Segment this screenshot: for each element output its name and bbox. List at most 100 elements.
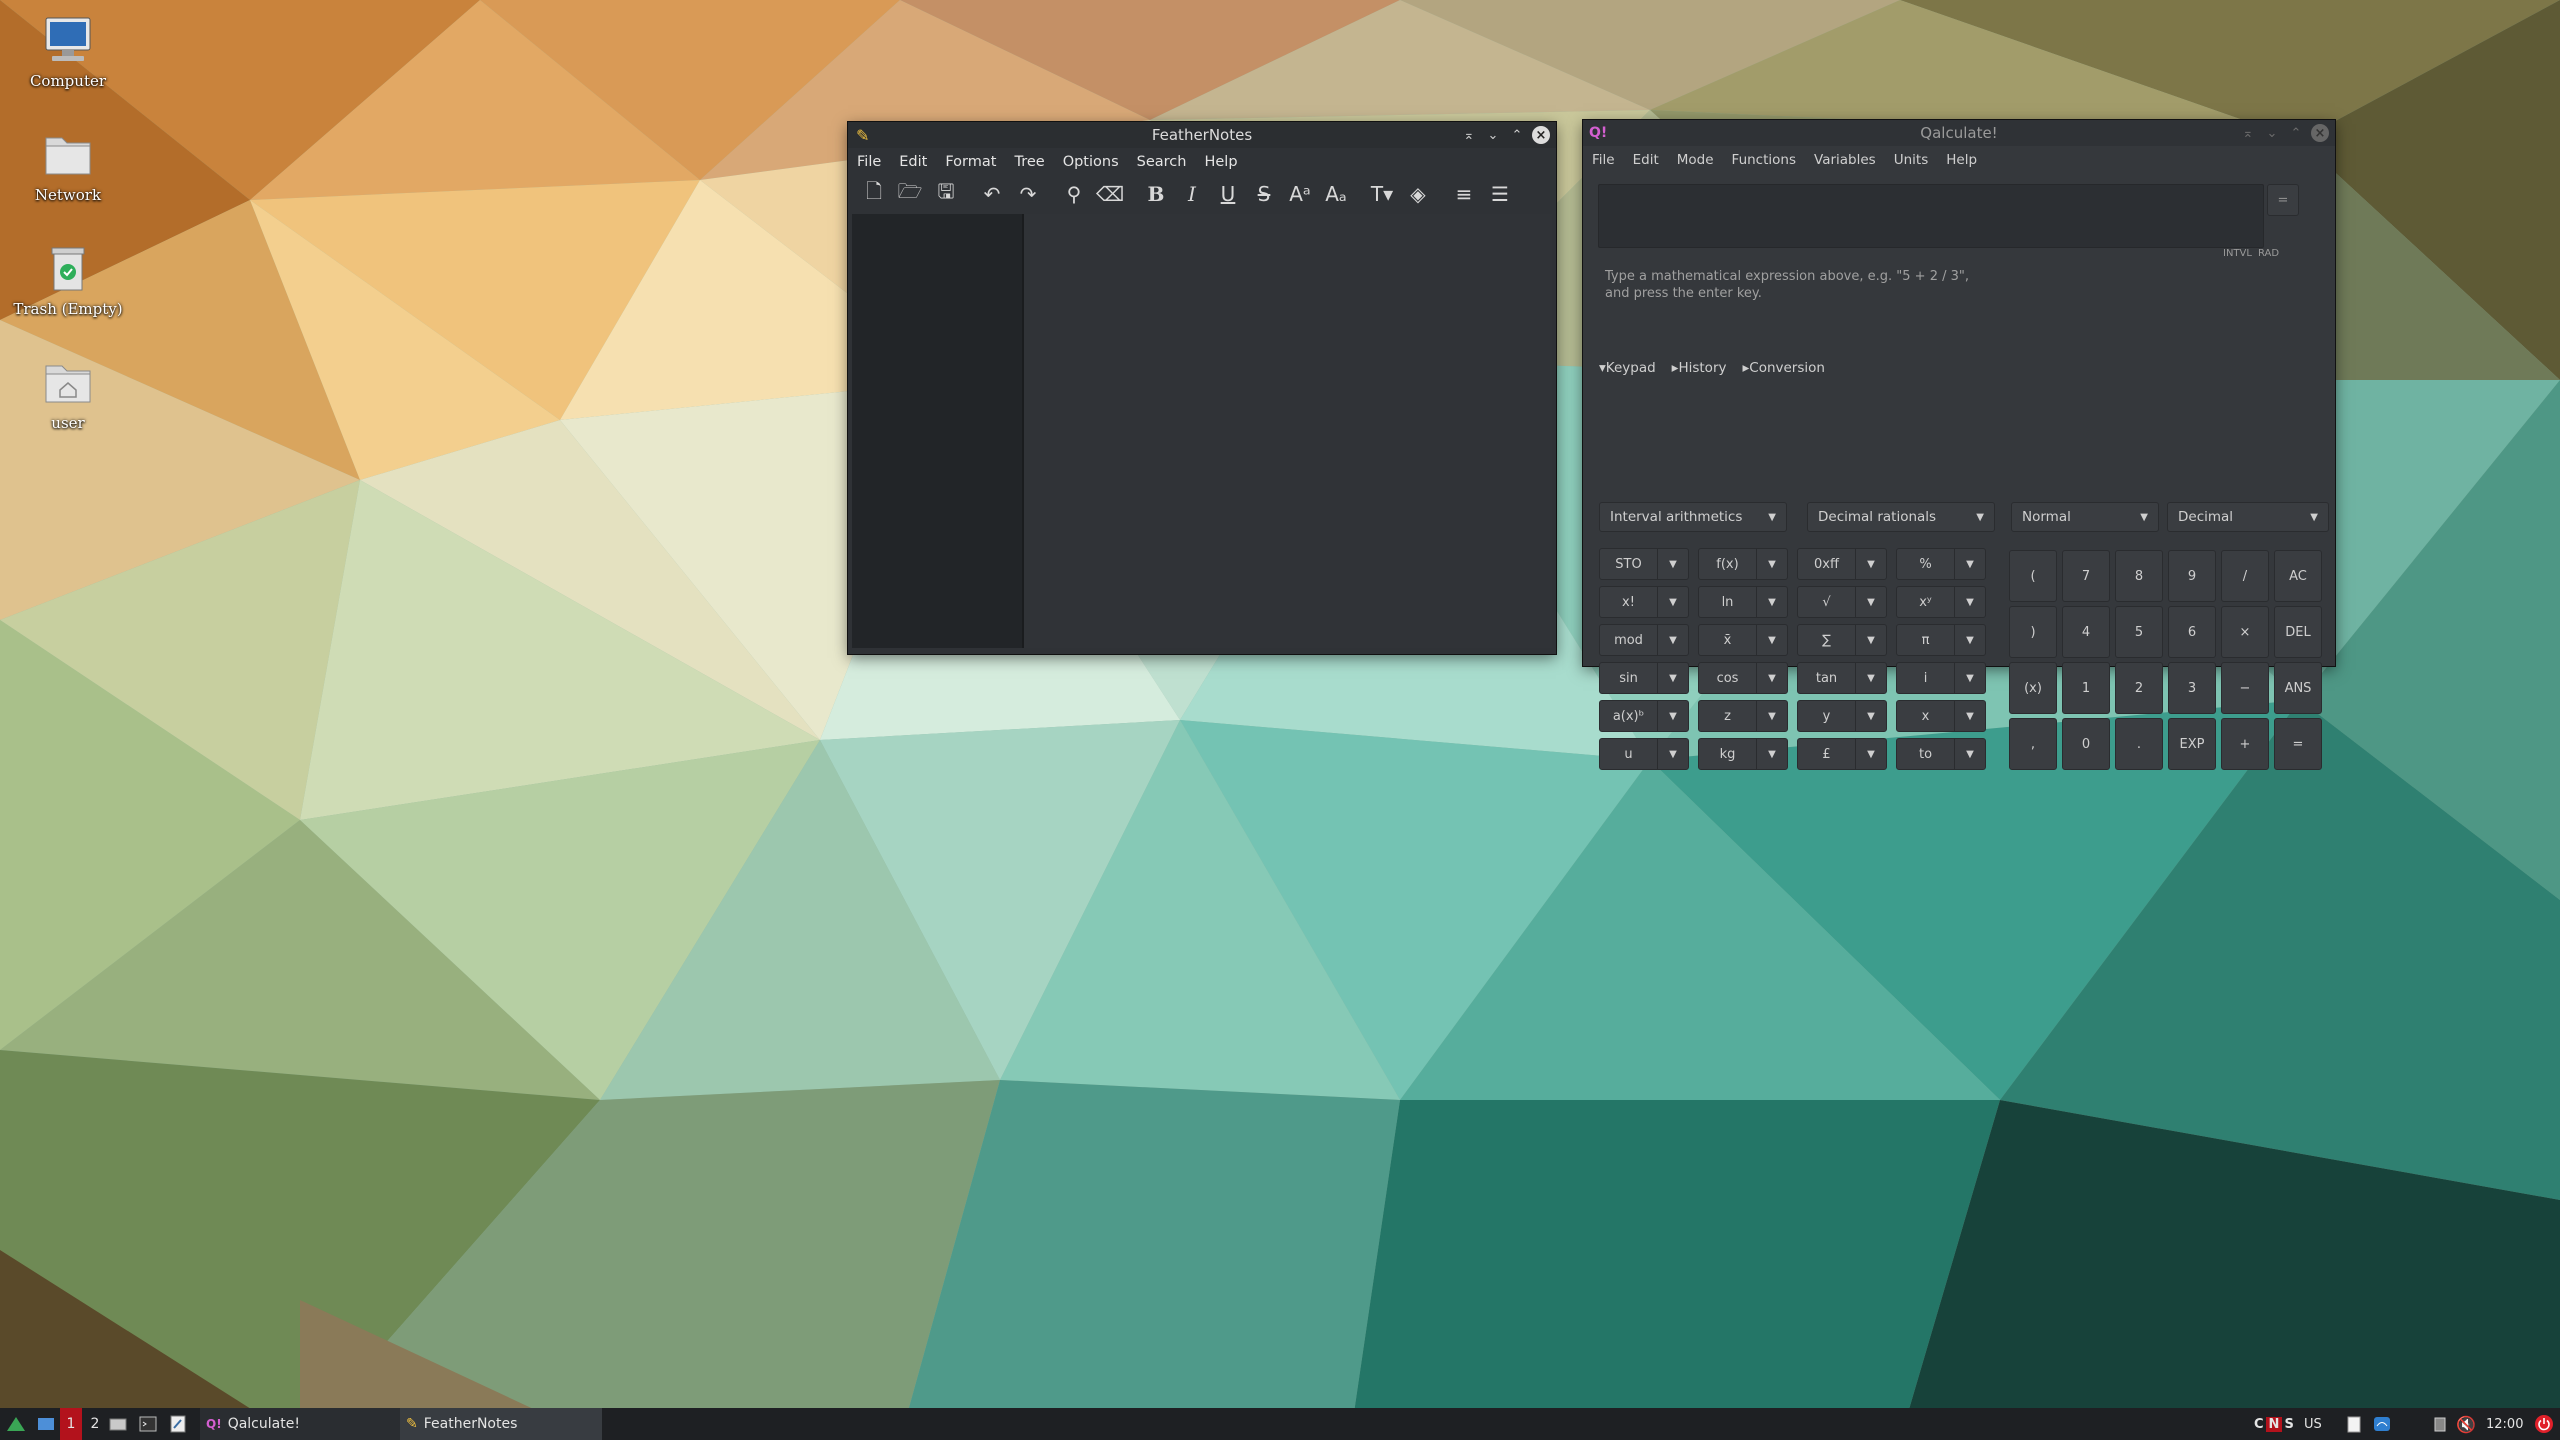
number-base-select[interactable]: Decimal ▼ (2167, 502, 2329, 532)
menu-file[interactable]: File (848, 154, 890, 170)
function-key-menu-arrow-icon[interactable]: ▼ (1756, 663, 1787, 693)
italic-icon[interactable]: I (1174, 178, 1210, 210)
numpad-key[interactable]: 5 (2115, 606, 2163, 658)
tab-conversion[interactable]: ▸Conversion (1742, 360, 1824, 376)
redo-icon[interactable]: ↷ (1010, 178, 1046, 210)
bold-icon[interactable]: B (1138, 178, 1174, 210)
display-mode-select[interactable]: Normal ▼ (2011, 502, 2159, 532)
numpad-key[interactable]: ANS (2274, 662, 2322, 714)
clock[interactable]: 12:00 (2486, 1408, 2523, 1440)
function-key[interactable]: √ ▼ (1797, 586, 1887, 618)
numpad-key[interactable]: 1 (2062, 662, 2110, 714)
numpad-key[interactable]: 0 (2062, 718, 2110, 770)
numpad-key[interactable]: × (2221, 606, 2269, 658)
function-key-menu-arrow-icon[interactable]: ▼ (1855, 663, 1886, 693)
function-key[interactable]: mod ▼ (1599, 624, 1689, 656)
function-key[interactable]: tan ▼ (1797, 662, 1887, 694)
function-key-menu-arrow-icon[interactable]: ▼ (1954, 739, 1985, 769)
function-key[interactable]: to ▼ (1896, 738, 1986, 770)
function-key-menu-arrow-icon[interactable]: ▼ (1855, 701, 1886, 731)
function-key-menu-arrow-icon[interactable]: ▼ (1657, 625, 1688, 655)
function-key[interactable]: kg ▼ (1698, 738, 1788, 770)
function-key[interactable]: a(x)ᵇ ▼ (1599, 700, 1689, 732)
function-key[interactable]: x̄ ▼ (1698, 624, 1788, 656)
numpad-key[interactable]: 2 (2115, 662, 2163, 714)
maximize-button[interactable]: ⌃ (1508, 126, 1526, 144)
power-button[interactable] (2534, 1408, 2554, 1440)
menu-tree[interactable]: Tree (1005, 154, 1053, 170)
interval-mode-select[interactable]: Interval arithmetics ▼ (1599, 502, 1787, 532)
numpad-key[interactable]: 9 (2168, 550, 2216, 602)
numpad-key[interactable]: = (2274, 718, 2322, 770)
function-key-menu-arrow-icon[interactable]: ▼ (1855, 549, 1886, 579)
function-key-menu-arrow-icon[interactable]: ▼ (1657, 663, 1688, 693)
function-key[interactable]: f(x) ▼ (1698, 548, 1788, 580)
function-key-menu-arrow-icon[interactable]: ▼ (1657, 587, 1688, 617)
keyboard-layout[interactable]: US (2304, 1408, 2322, 1440)
numpad-key[interactable]: (x) (2009, 662, 2057, 714)
function-key[interactable]: 0xff ▼ (1797, 548, 1887, 580)
minimize-button[interactable]: ⌄ (1484, 126, 1502, 144)
menu-help[interactable]: Help (1937, 152, 1986, 168)
note-editor[interactable] (1024, 214, 1552, 648)
background-color-icon[interactable]: ◈ (1400, 178, 1436, 210)
numpad-key[interactable]: 8 (2115, 550, 2163, 602)
start-menu-button[interactable] (6, 1408, 26, 1440)
numpad-key[interactable]: 4 (2062, 606, 2110, 658)
menu-units[interactable]: Units (1885, 152, 1938, 168)
menu-variables[interactable]: Variables (1805, 152, 1885, 168)
tray-network-icon[interactable] (2372, 1408, 2392, 1440)
function-key[interactable]: ln ▼ (1698, 586, 1788, 618)
expression-input[interactable] (1598, 184, 2264, 248)
minimize-button[interactable]: ⌄ (2263, 124, 2281, 142)
text-editor-launcher[interactable] (168, 1408, 188, 1440)
find-icon[interactable]: ⚲ (1056, 178, 1092, 210)
function-key-menu-arrow-icon[interactable]: ▼ (1756, 549, 1787, 579)
numpad-key[interactable]: ) (2009, 606, 2057, 658)
function-key-menu-arrow-icon[interactable]: ▼ (1855, 739, 1886, 769)
function-key[interactable]: % ▼ (1896, 548, 1986, 580)
superscript-icon[interactable]: Aᵃ (1282, 178, 1318, 210)
close-button[interactable]: × (1532, 126, 1550, 144)
function-key[interactable]: ∑ ▼ (1797, 624, 1887, 656)
keep-above-button[interactable]: ⌅ (2239, 124, 2257, 142)
tray-clipboard-icon[interactable] (2344, 1408, 2364, 1440)
menu-edit[interactable]: Edit (1624, 152, 1668, 168)
function-key-menu-arrow-icon[interactable]: ▼ (1855, 625, 1886, 655)
tab-keypad[interactable]: ▾Keypad (1599, 360, 1656, 376)
numpad-key[interactable]: 3 (2168, 662, 2216, 714)
numpad-key[interactable]: , (2009, 718, 2057, 770)
maximize-button[interactable]: ⌃ (2287, 124, 2305, 142)
function-key[interactable]: STO ▼ (1599, 548, 1689, 580)
function-key[interactable]: sin ▼ (1599, 662, 1689, 694)
function-key-menu-arrow-icon[interactable]: ▼ (1954, 663, 1985, 693)
subscript-icon[interactable]: Aₐ (1318, 178, 1354, 210)
function-key[interactable]: xʸ ▼ (1896, 586, 1986, 618)
menu-functions[interactable]: Functions (1723, 152, 1805, 168)
numpad-key[interactable]: / (2221, 550, 2269, 602)
strikethrough-icon[interactable]: S (1246, 178, 1282, 210)
function-key[interactable]: cos ▼ (1698, 662, 1788, 694)
close-button[interactable]: × (2311, 124, 2329, 142)
task-qalculate[interactable]: Q! Qalculate! (200, 1408, 404, 1440)
terminal-launcher[interactable] (138, 1408, 158, 1440)
function-key-menu-arrow-icon[interactable]: ▼ (1954, 587, 1985, 617)
function-key-menu-arrow-icon[interactable]: ▼ (1954, 549, 1985, 579)
desktop-icon-user[interactable]: user (8, 354, 128, 432)
numpad-key[interactable]: ( (2009, 550, 2057, 602)
function-key[interactable]: x ▼ (1896, 700, 1986, 732)
menu-help[interactable]: Help (1195, 154, 1246, 170)
numpad-key[interactable]: 6 (2168, 606, 2216, 658)
show-desktop-button[interactable] (36, 1408, 56, 1440)
notes-tree-panel[interactable] (852, 214, 1022, 648)
menu-options[interactable]: Options (1054, 154, 1128, 170)
text-color-icon[interactable]: T▾ (1364, 178, 1400, 210)
calculate-button[interactable]: = (2267, 184, 2299, 216)
numpad-key[interactable]: − (2221, 662, 2269, 714)
numpad-key[interactable]: + (2221, 718, 2269, 770)
function-key[interactable]: π ▼ (1896, 624, 1986, 656)
tab-history[interactable]: ▸History (1672, 360, 1727, 376)
function-key[interactable]: x! ▼ (1599, 586, 1689, 618)
function-key-menu-arrow-icon[interactable]: ▼ (1954, 701, 1985, 731)
tray-volume-muted-icon[interactable]: 🔇 (2456, 1408, 2476, 1440)
